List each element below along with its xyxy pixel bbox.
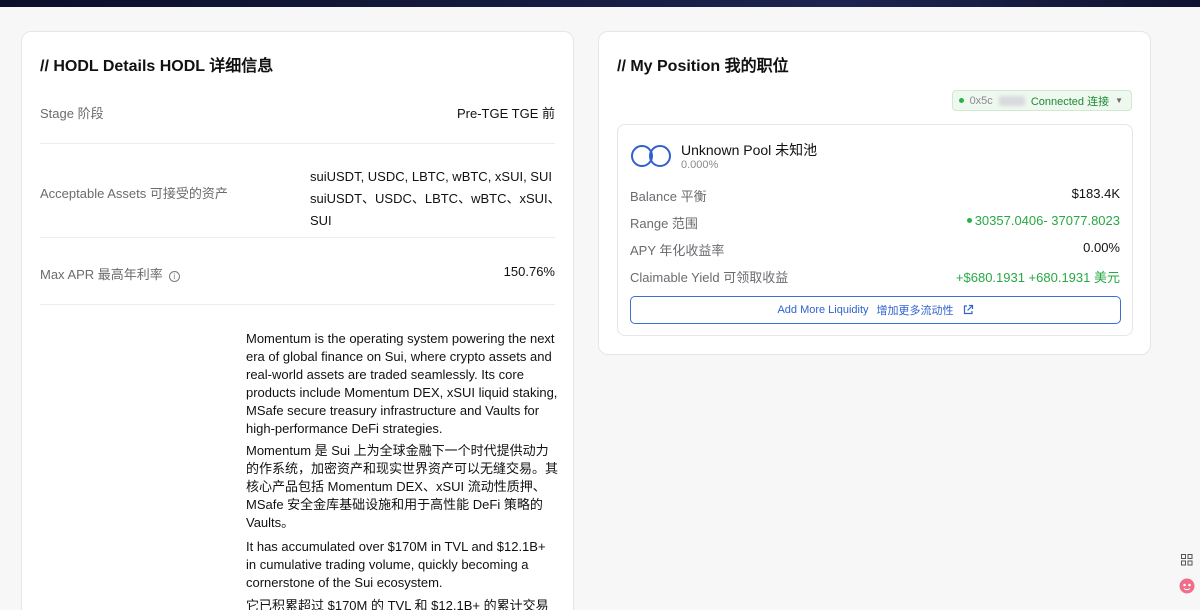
balance-value: $183.4K — [1071, 186, 1120, 201]
assistant-icon[interactable] — [1179, 578, 1195, 594]
range-value-text: 30357.0406- 37077.8023 — [974, 213, 1120, 228]
max-apr-label: Max APR 最高年利率 i — [40, 264, 180, 283]
hodl-details-title: // HODL Details HODL 详细信息 — [40, 58, 274, 75]
add-more-liquidity-button[interactable]: Add More Liquidity 增加更多流动性 — [630, 296, 1121, 324]
hodl-details-card: // HODL Details HODL 详细信息 Stage 阶段 Pre-T… — [21, 31, 574, 610]
claimable-yield-label: Claimable Yield 可领取收益 — [630, 270, 789, 285]
apy-label: APY 年化收益率 — [630, 243, 725, 258]
max-apr-label-text: Max APR 最高年利率 — [40, 267, 163, 282]
description-en-2: It has accumulated over $170M in TVL and… — [246, 539, 546, 590]
apy-value: 0.00% — [1083, 240, 1120, 255]
divider — [40, 143, 555, 144]
add-more-liquidity-label-zh: 增加更多流动性 — [876, 305, 954, 317]
assets-value-zh: suiUSDT、USDC、LBTC、wBTC、xSUI、SUI — [310, 191, 561, 228]
divider — [40, 237, 555, 238]
assets-value: suiUSDT, USDC, LBTC, wBTC, xSUI, SUI sui… — [310, 166, 573, 232]
pool-logo-icon — [631, 145, 671, 167]
divider — [40, 304, 555, 305]
my-position-card: // My Position 我的职位 0x5c Connected 连接 ▼ … — [598, 31, 1151, 355]
chevron-down-icon: ▼ — [1115, 96, 1123, 105]
grid-icon[interactable] — [1179, 552, 1195, 568]
claimable-yield-value: +$680.1931 +680.1931 美元 — [955, 270, 1120, 285]
assets-value-en: suiUSDT, USDC, LBTC, wBTC, xSUI, SUI — [310, 169, 552, 184]
top-banner — [0, 0, 1200, 7]
wallet-address: 0x5c — [969, 94, 993, 107]
wallet-address-redacted — [998, 95, 1025, 106]
stage-label: Stage 阶段 — [40, 106, 104, 121]
assets-label: Acceptable Assets 可接受的资产 — [40, 186, 228, 201]
floating-toolbar — [1179, 552, 1195, 604]
my-position-title: // My Position 我的职位 — [617, 58, 789, 75]
description-zh-1: Momentum 是 Sui 上为全球金融下一个时代提供动力的作系统，加密资产和… — [246, 443, 559, 530]
pool-fee-percent: 0.000% — [681, 159, 719, 171]
connected-status-dot — [958, 98, 964, 103]
in-range-dot — [966, 218, 972, 223]
wallet-connect-button[interactable]: 0x5c Connected 连接 ▼ — [951, 90, 1132, 111]
pool-name: Unknown Pool 未知池 — [681, 142, 818, 158]
max-apr-value: 150.76% — [503, 264, 555, 279]
range-value: 30357.0406- 37077.8023 — [966, 213, 1120, 228]
stage-value: Pre-TGE TGE 前 — [457, 106, 555, 121]
pool-position-panel: Unknown Pool 未知池 0.000% Balance 平衡 $183.… — [617, 124, 1133, 336]
external-link-icon — [963, 304, 973, 315]
add-more-liquidity-label-en: Add More Liquidity — [777, 304, 869, 316]
description-en-1: Momentum is the operating system powerin… — [246, 331, 558, 436]
description-zh-2: 它已积累超过 $170M 的 TVL 和 $12.1B+ 的累计交易量， — [246, 598, 549, 610]
range-label: Range 范围 — [630, 216, 698, 231]
balance-label: Balance 平衡 — [630, 189, 707, 204]
wallet-status: Connected 连接 — [1030, 95, 1110, 108]
info-icon[interactable]: i — [168, 271, 180, 282]
